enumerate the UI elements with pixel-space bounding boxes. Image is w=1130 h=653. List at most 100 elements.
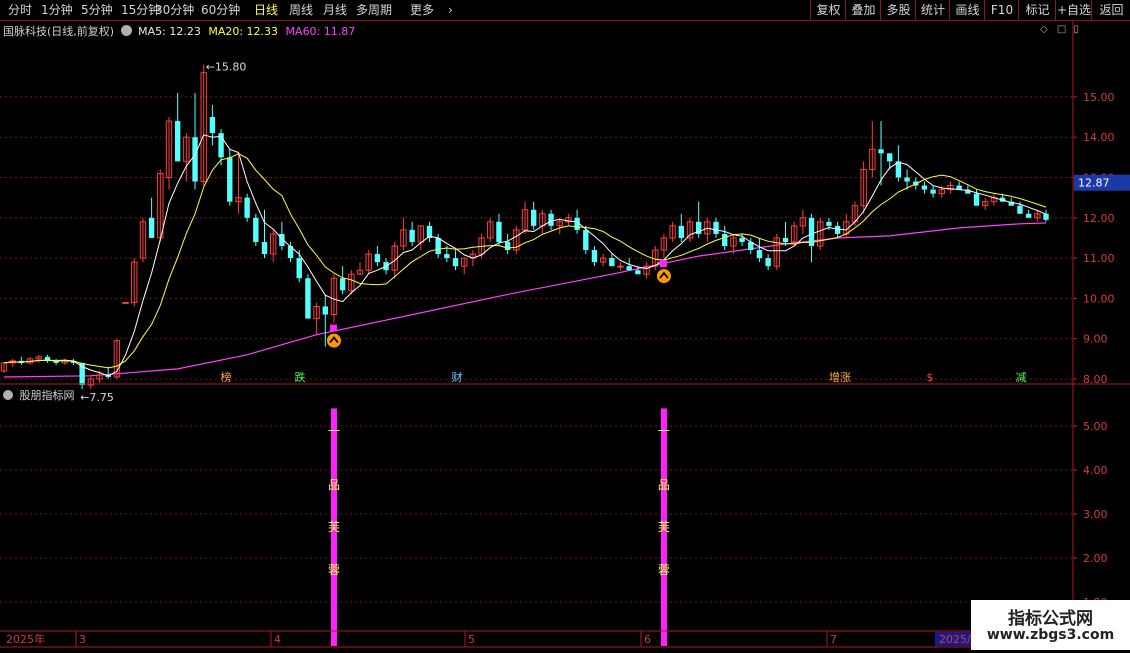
event-label: 财: [452, 370, 463, 384]
candle-body: [887, 153, 893, 162]
period-tab-7[interactable]: 周线: [289, 2, 313, 18]
toolbar-button-8[interactable]: 返回: [1091, 0, 1130, 20]
time-axis-label: 5: [468, 633, 475, 646]
candle-body: [904, 177, 910, 182]
time-axis-label: 7: [830, 633, 837, 646]
ma60-label: MA60:: [285, 25, 321, 38]
signal-text-char: 一: [658, 424, 670, 438]
candle-body: [504, 241, 511, 251]
candle-body: [1043, 213, 1049, 220]
period-tab-9[interactable]: 多周期: [356, 2, 392, 18]
candle-body: [722, 233, 728, 247]
more-chevron-icon[interactable]: ›: [448, 2, 453, 18]
candle-body: [713, 221, 719, 234]
toolbar-button-1[interactable]: 叠加: [845, 0, 881, 20]
candle-body: [765, 258, 771, 267]
candle-body: [834, 225, 841, 234]
candle-body: [1017, 205, 1023, 214]
time-axis-label: 4: [274, 633, 281, 646]
indicator-y-tick-label: 3.00: [1083, 508, 1108, 521]
ma60-line: [3, 222, 1047, 378]
period-tab-4[interactable]: 30分钟: [155, 2, 194, 18]
diamond-icon[interactable]: ◇: [1040, 24, 1048, 35]
toolbar-button-0[interactable]: 复权: [810, 0, 846, 20]
period-tab-1[interactable]: 1分钟: [41, 2, 73, 18]
candle-body: [756, 250, 763, 259]
stock-title[interactable]: 国脉科技(日线,前复权): [3, 25, 114, 38]
toolbar-button-5[interactable]: F10: [984, 0, 1019, 20]
ma5-value: 12.23: [169, 25, 201, 38]
candle-body: [583, 229, 589, 251]
signal-text-char: 蓉: [658, 563, 670, 577]
candle-body: [678, 225, 684, 238]
event-label: 减: [1016, 371, 1027, 384]
signal-text-char: 一: [328, 424, 340, 438]
toolbar-button-7[interactable]: +自选: [1055, 0, 1092, 20]
main-y-tick-label: 14.00: [1083, 131, 1115, 144]
toolbar-button-3[interactable]: 统计: [915, 0, 950, 20]
square-icon[interactable]: □: [1057, 24, 1066, 35]
ma60-layer: [3, 222, 1047, 378]
low-price-label: ←7.75: [80, 391, 114, 404]
marker-layer: ←15.80 ←7.75 榜 跌 财 增涨 $ 减: [80, 61, 1026, 404]
ma20-value: 12.33: [246, 25, 279, 38]
watermark: 指标公式网 www.zbgs3.com: [971, 600, 1130, 650]
candle-body: [1025, 213, 1032, 218]
watermark-url: www.zbgs3.com: [986, 627, 1115, 643]
candle-body: [496, 221, 502, 242]
candle-body: [609, 258, 615, 267]
indicator-y-tick-label: 2.00: [1083, 552, 1108, 565]
period-tab-0[interactable]: 分时: [8, 2, 32, 18]
indicator-name[interactable]: 股朋指标网: [20, 389, 75, 402]
indicator-gear-icon[interactable]: [3, 390, 13, 400]
signal-text-char: 蓉: [328, 563, 340, 577]
toolbar-button-6[interactable]: 标记: [1018, 0, 1056, 20]
candle-body: [148, 217, 155, 238]
event-label: 榜: [221, 370, 232, 384]
indicator-layer: 一品芙蓉 一品芙蓉: [328, 408, 670, 646]
candle-body: [626, 266, 632, 271]
candle-body: [548, 213, 554, 226]
ma5-label: MA5:: [138, 25, 166, 38]
chart-mini-icons: ◇ □ ▯: [1040, 24, 1079, 35]
candle-body: [192, 137, 198, 182]
candle-body: [227, 157, 233, 202]
watermark-title: 指标公式网: [1008, 609, 1093, 629]
main-y-tick-label: 9.00: [1083, 333, 1108, 346]
candle-body: [617, 265, 624, 268]
chart-svg: ←15.80←7.75榜跌财增涨$减 一品芙蓉一品芙蓉 15.0014.0013…: [0, 21, 1130, 648]
candle-body: [782, 237, 789, 242]
signal-circle: [326, 333, 341, 348]
indicator-y-tick-label: 5.00: [1083, 420, 1108, 433]
toolbar-button-4[interactable]: 画线: [949, 0, 985, 20]
signal-text-char: 品: [328, 478, 340, 492]
main-chart-header: 国脉科技(日线,前复权) MA5: 12.23 MA20: 12.33 MA60…: [3, 23, 355, 39]
candle-body: [878, 149, 884, 154]
period-tab-2[interactable]: 5分钟: [81, 2, 113, 18]
signal-square: [659, 260, 667, 268]
period-tab-5[interactable]: 60分钟: [201, 2, 240, 18]
candle-body: [174, 121, 181, 162]
candle-body: [253, 217, 259, 242]
period-tab-8[interactable]: 月线: [323, 2, 347, 18]
candle-body: [296, 258, 302, 279]
candle-body: [374, 254, 381, 263]
event-label: $: [927, 371, 934, 384]
period-tab-10[interactable]: 更多: [410, 2, 434, 18]
signal-text-char: 芙: [328, 520, 340, 534]
time-axis-label: 6: [644, 633, 651, 646]
candle-body: [452, 258, 459, 267]
ma20-label: MA20:: [208, 25, 244, 38]
candle-body: [530, 209, 537, 226]
candle-body: [409, 229, 415, 242]
toolbar: 分时 1分钟 5分钟 15分钟 30分钟 60分钟 日线 周线 月线 多周期 更多 › 复权 叠加 多股 统计…: [0, 0, 1130, 21]
candle-body: [244, 197, 250, 218]
period-tab-6[interactable]: 日线: [254, 2, 278, 18]
event-label: 跌: [295, 370, 306, 384]
time-axis-label: 3: [79, 633, 86, 646]
settings-gear-icon[interactable]: [120, 25, 132, 36]
scroll-icon[interactable]: ▯: [1074, 24, 1080, 35]
signal-circle: [656, 269, 671, 284]
toolbar-button-2[interactable]: 多股: [880, 0, 916, 20]
main-y-tick-label: 10.00: [1083, 292, 1115, 305]
